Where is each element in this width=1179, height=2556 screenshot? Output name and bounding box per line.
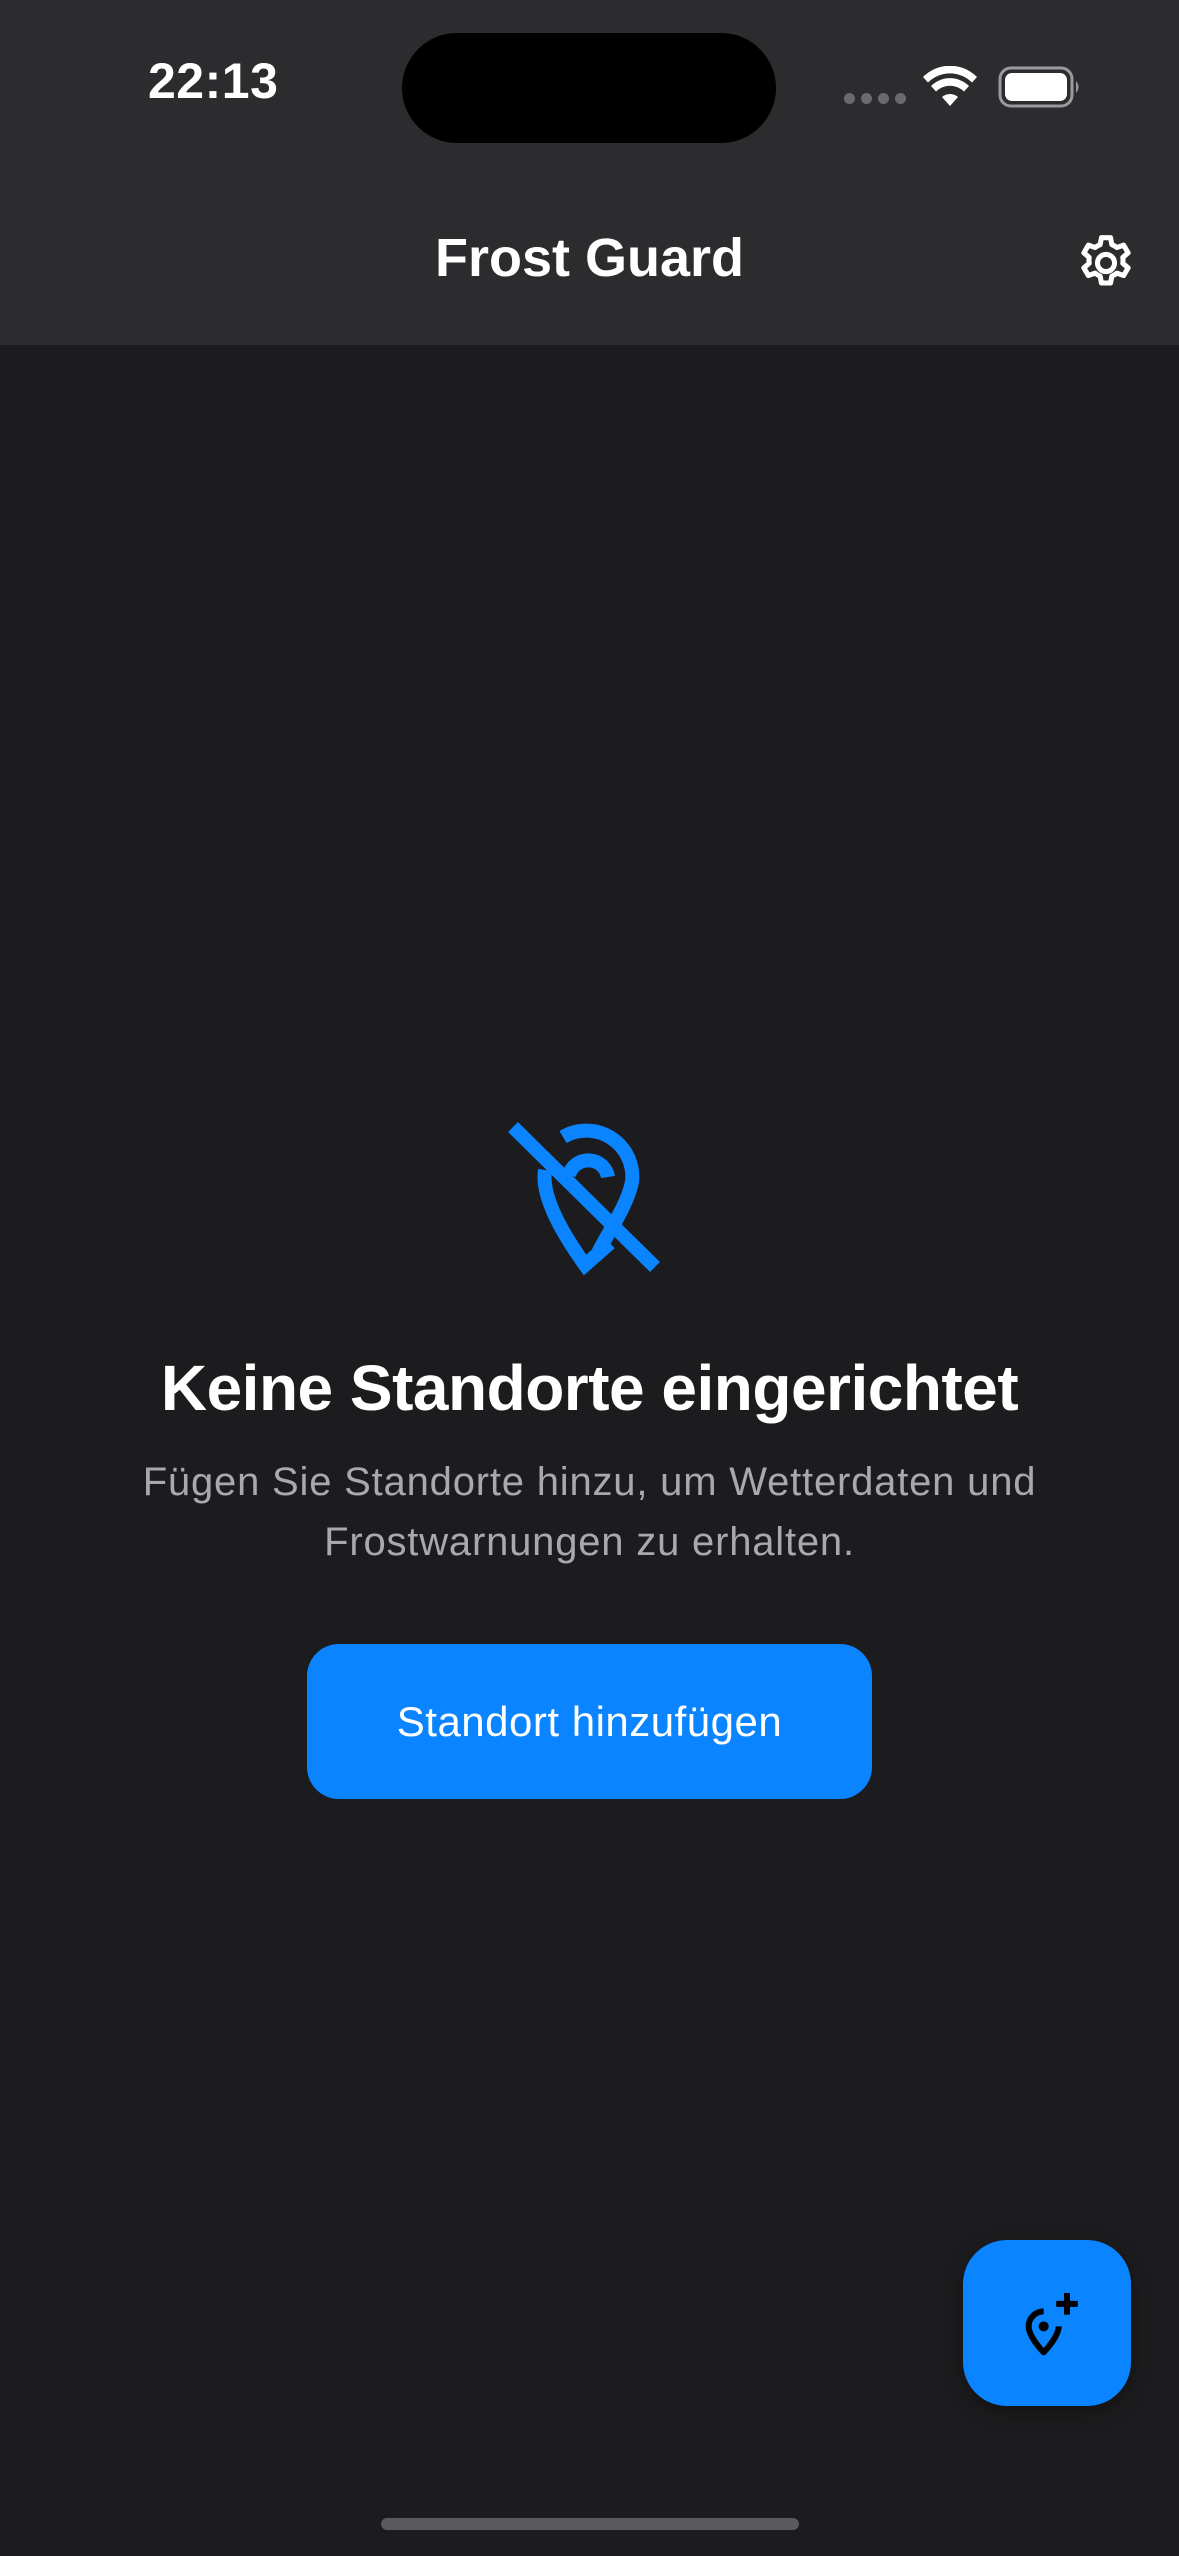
cellular-signal-icon [844, 93, 906, 105]
wifi-icon [923, 66, 977, 106]
home-indicator[interactable] [381, 2518, 799, 2530]
add-location-button[interactable]: Standort hinzufügen [307, 1644, 872, 1799]
location-off-icon [508, 1122, 660, 1276]
gear-icon [1081, 235, 1131, 286]
add-location-icon [1025, 2293, 1078, 2356]
page-title: Frost Guard [434, 228, 745, 288]
empty-state-title: Keine Standorte eingerichtet [160, 1352, 1019, 1424]
dynamic-island [402, 33, 776, 143]
header-area: 22:13 Frost Guard [0, 0, 1179, 345]
empty-state-subtitle: Fügen Sie Standorte hinzu, um Wetterdate… [142, 1460, 1037, 1564]
add-location-fab[interactable] [963, 2240, 1131, 2406]
battery-icon [998, 66, 1079, 108]
status-bar-time: 22:13 [148, 53, 279, 109]
settings-button[interactable] [1070, 227, 1142, 299]
